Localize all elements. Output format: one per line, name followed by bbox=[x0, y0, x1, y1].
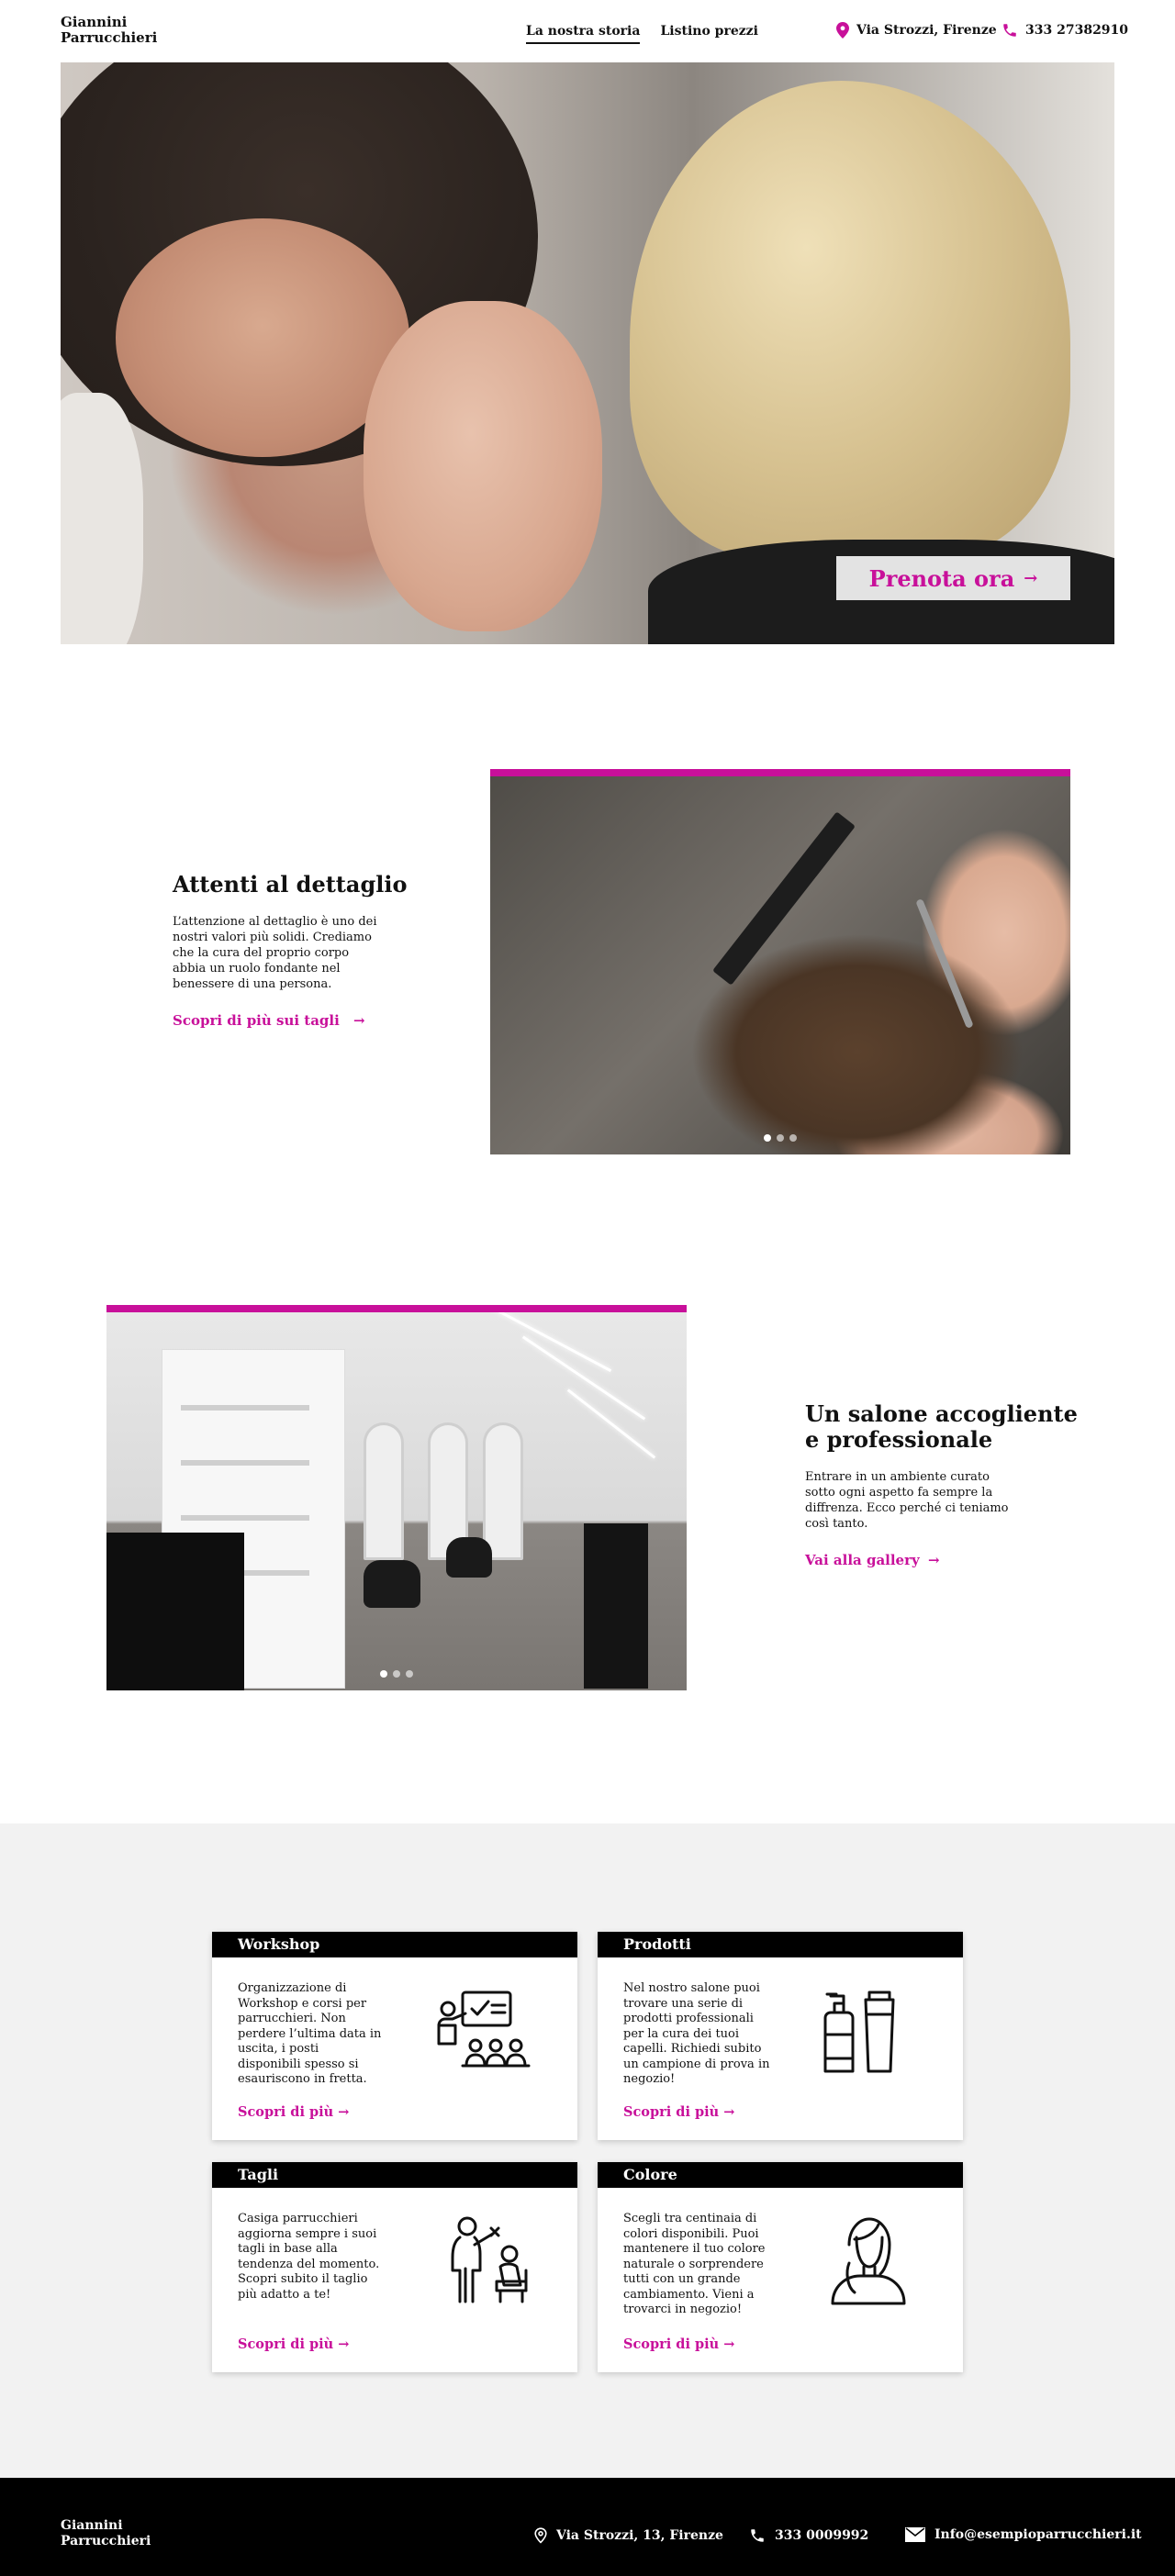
header-address[interactable]: Via Strozzi, Firenze bbox=[836, 22, 997, 39]
carousel-dot[interactable] bbox=[764, 1134, 771, 1142]
footer-address[interactable]: Via Strozzi, 13, Firenze bbox=[534, 2527, 723, 2544]
bottles-icon bbox=[823, 1991, 895, 2073]
haircut-icon bbox=[451, 2216, 528, 2303]
book-now-label: Prenota ora bbox=[868, 564, 1015, 592]
carousel-dot[interactable] bbox=[789, 1134, 797, 1142]
arrow-right-icon: → bbox=[723, 2104, 735, 2120]
hero-image: Prenota ora → bbox=[61, 62, 1114, 644]
feature-salon-title-line-2: e professionale bbox=[805, 1426, 993, 1453]
service-card-link[interactable]: Scopri di più → bbox=[623, 2104, 734, 2120]
mail-icon bbox=[905, 2527, 925, 2542]
service-card-title: Prodotti bbox=[598, 1932, 963, 1957]
header-address-text: Via Strozzi, Firenze bbox=[856, 23, 997, 38]
carousel-dots bbox=[764, 1134, 797, 1142]
service-card-tagli: Tagli Casiga parrucchieri aggiorna sempr… bbox=[212, 2162, 577, 2372]
carousel-dots bbox=[380, 1670, 413, 1678]
footer-address-text: Via Strozzi, 13, Firenze bbox=[556, 2528, 723, 2543]
carousel-dot[interactable] bbox=[380, 1670, 387, 1678]
services-section: Workshop Organizzazione di Workshop e co… bbox=[0, 1823, 1175, 2478]
service-card-link[interactable]: Scopri di più → bbox=[238, 2104, 349, 2120]
feature-salon-link-label: Vai alla gallery bbox=[805, 1552, 920, 1568]
footer-email-text: Info@esempioparrucchieri.it bbox=[934, 2527, 1142, 2542]
presentation-icon bbox=[437, 1991, 531, 2068]
service-card-link[interactable]: Scopri di più → bbox=[238, 2336, 349, 2352]
map-pin-icon bbox=[534, 2527, 547, 2544]
main-nav: La nostra storia Listino prezzi bbox=[526, 24, 758, 44]
barber-cutting-image[interactable] bbox=[490, 769, 1070, 1154]
feature-detail-link-label: Scopri di più sui tagli bbox=[173, 1012, 340, 1029]
feature-detail-link[interactable]: Scopri di più sui tagli → bbox=[173, 1012, 365, 1029]
feature-salon-title-line-1: Un salone accogliente bbox=[805, 1400, 1078, 1427]
nav-item-la-nostra-storia[interactable]: La nostra storia bbox=[526, 24, 641, 44]
arrow-right-icon: → bbox=[1024, 568, 1038, 588]
comb-shape bbox=[712, 811, 856, 986]
nav-item-listino-prezzi[interactable]: Listino prezzi bbox=[660, 24, 758, 44]
service-card-prodotti: Prodotti Nel nostro salone puoi trovare … bbox=[598, 1932, 963, 2140]
service-card-link-label: Scopri di più bbox=[623, 2104, 720, 2120]
feature-salon: Un salone accogliente e professionale En… bbox=[805, 1401, 1078, 1569]
arrow-right-icon: → bbox=[338, 2104, 350, 2120]
footer-phone[interactable]: 333 0009992 bbox=[749, 2527, 868, 2544]
site-footer: Giannini Parrucchieri Via Strozzi, 13, F… bbox=[0, 2478, 1175, 2576]
footer-email[interactable]: Info@esempioparrucchieri.it bbox=[905, 2527, 1142, 2542]
service-card-title: Tagli bbox=[212, 2162, 577, 2188]
footer-brand-line-1: Giannini bbox=[61, 2518, 123, 2533]
service-card-link-label: Scopri di più bbox=[238, 2104, 334, 2120]
feature-detail-title: Attenti al dettaglio bbox=[173, 871, 408, 898]
service-card-link-label: Scopri di più bbox=[238, 2336, 334, 2352]
feature-salon-link[interactable]: Vai alla gallery → bbox=[805, 1552, 940, 1568]
salon-interior-image[interactable] bbox=[106, 1305, 687, 1690]
carousel-dot[interactable] bbox=[777, 1134, 784, 1142]
footer-brand[interactable]: Giannini Parrucchieri bbox=[61, 2518, 151, 2549]
feature-salon-title: Un salone accogliente e professionale bbox=[805, 1401, 1078, 1453]
service-card-body: Organizzazione di Workshop e corsi per p… bbox=[238, 1981, 382, 2086]
brand-line-1: Giannini bbox=[61, 14, 128, 30]
carousel-dot[interactable] bbox=[406, 1670, 413, 1678]
feature-salon-body: Entrare in un ambiente curato sotto ogni… bbox=[805, 1470, 1009, 1531]
footer-phone-text: 333 0009992 bbox=[775, 2528, 869, 2543]
scissor-shape bbox=[915, 898, 974, 1030]
map-pin-icon bbox=[836, 22, 849, 39]
service-card-body: Nel nostro salone puoi trovare una serie… bbox=[623, 1981, 770, 2086]
service-card-title: Workshop bbox=[212, 1932, 577, 1957]
arrow-right-icon: → bbox=[338, 2336, 350, 2352]
woman-hair-icon bbox=[831, 2217, 906, 2305]
brand-line-2: Parrucchieri bbox=[61, 29, 158, 46]
phone-icon bbox=[751, 2529, 764, 2542]
service-card-workshop: Workshop Organizzazione di Workshop e co… bbox=[212, 1932, 577, 2140]
brand-logo[interactable]: Giannini Parrucchieri bbox=[61, 15, 157, 46]
carousel-dot[interactable] bbox=[393, 1670, 400, 1678]
header-phone-text: 333 27382910 bbox=[1025, 23, 1129, 38]
service-card-link[interactable]: Scopri di più → bbox=[623, 2336, 734, 2352]
service-card-link-label: Scopri di più bbox=[623, 2336, 720, 2352]
service-card-colore: Colore Scegli tra centinaia di colori di… bbox=[598, 2162, 963, 2372]
arrow-right-icon: → bbox=[927, 1552, 940, 1568]
arrow-right-icon: → bbox=[723, 2336, 735, 2352]
footer-brand-line-2: Parrucchieri bbox=[61, 2534, 151, 2548]
feature-detail-body: L’attenzione al dettaglio è uno dei nost… bbox=[173, 915, 377, 991]
header-phone[interactable]: 333 27382910 bbox=[1002, 22, 1128, 39]
service-card-body: Scegli tra centinaia di colori disponibi… bbox=[623, 2212, 766, 2316]
phone-icon bbox=[1003, 24, 1016, 37]
book-now-button[interactable]: Prenota ora → bbox=[836, 556, 1070, 600]
arrow-right-icon: → bbox=[353, 1012, 365, 1029]
site-header: Giannini Parrucchieri La nostra storia L… bbox=[0, 0, 1175, 62]
feature-detail: Attenti al dettaglio L’attenzione al det… bbox=[173, 871, 408, 1030]
service-card-body: Casiga parrucchieri aggiorna sempre i su… bbox=[238, 2212, 380, 2302]
service-card-title: Colore bbox=[598, 2162, 963, 2188]
